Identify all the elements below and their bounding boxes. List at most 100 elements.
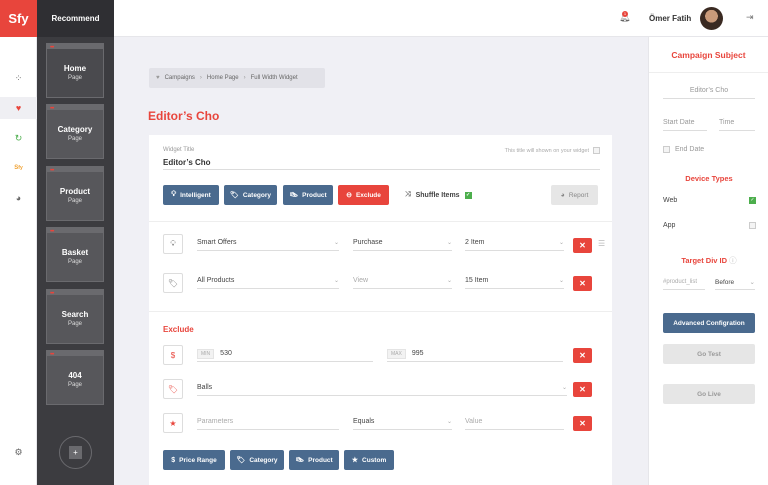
shuffle-toggle[interactable]: ⤨ Shuffle Items ✓ [405,191,472,199]
remove-rule-button[interactable]: ✕ [573,238,592,253]
page-card-basket[interactable]: ••• Basket Page [46,227,104,282]
exclude-button[interactable]: ⊖ Exclude [338,185,389,205]
report-button[interactable]: ◕ Report [551,185,598,205]
page-card-category[interactable]: ••• Category Page [46,104,104,159]
exclude-product-button[interactable]: 👟︎ Product [289,450,339,470]
subject-input[interactable]: Editor’s Cho [663,83,755,99]
drag-handle-icon[interactable]: ☰ [598,239,605,248]
start-date-placeholder: Start Date [663,119,695,126]
max-tag: MAX [387,348,406,359]
help-icon[interactable]: ⓘ [729,256,737,265]
price-range-button[interactable]: $ Price Range [163,450,225,470]
chevron-down-icon: ⌄ [333,240,339,246]
pie-icon[interactable]: ◕ [0,187,37,209]
chevron-right-icon: › [199,75,202,81]
go-live-button[interactable]: Go Live [663,384,755,404]
count-select[interactable]: 15 Item ⌄ [465,273,564,289]
value-placeholder: Value [465,418,483,425]
breadcrumb-item[interactable]: Home Page [207,75,239,81]
source-select[interactable]: Smart Offers ⌄ [197,235,339,251]
go-test-button[interactable]: Go Test [663,344,755,364]
breadcrumb-item[interactable]: Campaigns [165,75,195,81]
page-card-product[interactable]: ••• Product Page [46,166,104,221]
action-select[interactable]: Purchase ⌄ [353,235,452,251]
page-card-sub: Page [67,321,82,327]
source-select[interactable]: All Products ⌄ [197,273,339,289]
start-date-input[interactable]: Start Date [663,115,707,131]
page-card-name: Category [57,125,93,134]
pages-header: Recommend [37,0,114,37]
remove-exclude-button[interactable]: ✕ [573,382,592,397]
end-date-toggle[interactable]: End Date [663,146,756,153]
position-select[interactable]: Before ⌄ [715,275,755,290]
min-price-input[interactable]: MIN 530 [197,346,373,362]
chevron-down-icon: ⌄ [446,278,452,284]
count-select[interactable]: 2 Item ⌄ [465,235,564,251]
page-card-name: Basket [61,248,89,257]
time-input[interactable]: Time [719,115,755,131]
menu-dots-icon[interactable]: ••• [50,291,54,297]
target-div-input[interactable]: #product_list [663,275,705,290]
page-card-home[interactable]: ••• Home Page [46,43,104,98]
menu-dots-icon[interactable]: ••• [50,352,54,358]
app-checkbox[interactable] [749,222,756,229]
heart-icon[interactable]: ♥ [0,97,37,119]
logo-text: Sfy [8,11,29,26]
action-select[interactable]: View ⌄ [353,273,452,289]
remove-exclude-button[interactable]: ✕ [573,416,592,431]
notification-badge: 1 [622,11,628,17]
exclude-category-button[interactable]: 🏷︎ Category [230,450,284,470]
chevron-down-icon: ⌄ [749,279,755,286]
max-price-input[interactable]: MAX 995 [387,346,563,362]
user-name[interactable]: Ömer Fatih [649,14,691,23]
operator-select[interactable]: Equals ⌄ [353,414,452,430]
category-button[interactable]: 🏷︎ Category [224,185,277,205]
parameters-placeholder: Parameters [197,418,234,425]
remove-rule-button[interactable]: ✕ [573,276,592,291]
chevron-down-icon: ⌄ [558,240,564,246]
menu-dots-icon[interactable]: ••• [50,229,54,235]
page-card-sub: Page [67,382,82,388]
menu-dots-icon[interactable]: ••• [50,168,54,174]
shuffle-checkbox[interactable]: ✓ [464,191,472,199]
page-card-404[interactable]: ••• 404 Page [46,350,104,405]
page-card-name: Product [59,187,91,196]
gear-icon[interactable]: ⚙ [0,441,37,463]
chevron-right-icon: › [243,75,246,81]
device-web-row[interactable]: Web ✓ [663,197,756,204]
menu-dots-icon[interactable]: ••• [50,45,54,51]
tag-minus-icon: ⊖ [346,192,352,199]
time-placeholder: Time [719,119,735,126]
logo[interactable]: Sfy [0,0,37,37]
web-checkbox[interactable]: ✓ [749,197,756,204]
product-button[interactable]: 👟︎ Product [283,185,333,205]
add-page-button[interactable]: + [59,436,92,469]
logout-icon[interactable]: ⇥ [746,12,754,23]
value-input[interactable]: Value [465,414,564,430]
avatar[interactable] [700,7,723,30]
page-card-sub: Page [67,75,82,81]
exclude-category-select[interactable]: Balls ⌄ [197,380,567,396]
device-app-row[interactable]: App [663,222,756,229]
end-date-checkbox[interactable] [663,146,670,153]
advanced-config-button[interactable]: Advanced Configration [663,313,755,333]
target-div-label: Target Div ID [681,256,728,265]
target-div-placeholder: #product_list [663,279,698,285]
menu-dots-icon[interactable]: ••• [50,106,54,112]
sfy-icon[interactable]: Sfy [0,157,37,179]
plus-icon: + [69,446,82,459]
show-title-checkbox[interactable] [593,147,600,154]
refresh-icon[interactable]: ↻ [0,127,37,149]
widget-title-hint: This title will shown on your widget [505,147,600,154]
device-label: App [663,222,676,229]
dollar-icon: $ [171,456,176,464]
widget-card: Widget Title This title will shown on yo… [149,135,612,485]
widget-title-input[interactable] [163,156,600,170]
intelligent-button[interactable]: 💡︎ Intelligent [163,185,219,205]
position-value: Before [715,278,735,286]
custom-button[interactable]: ★ Custom [344,450,394,470]
parameters-input[interactable]: Parameters [197,414,339,430]
page-card-search[interactable]: ••• Search Page [46,289,104,344]
remove-exclude-button[interactable]: ✕ [573,348,592,363]
grid-icon[interactable]: ⁘ [0,67,37,89]
